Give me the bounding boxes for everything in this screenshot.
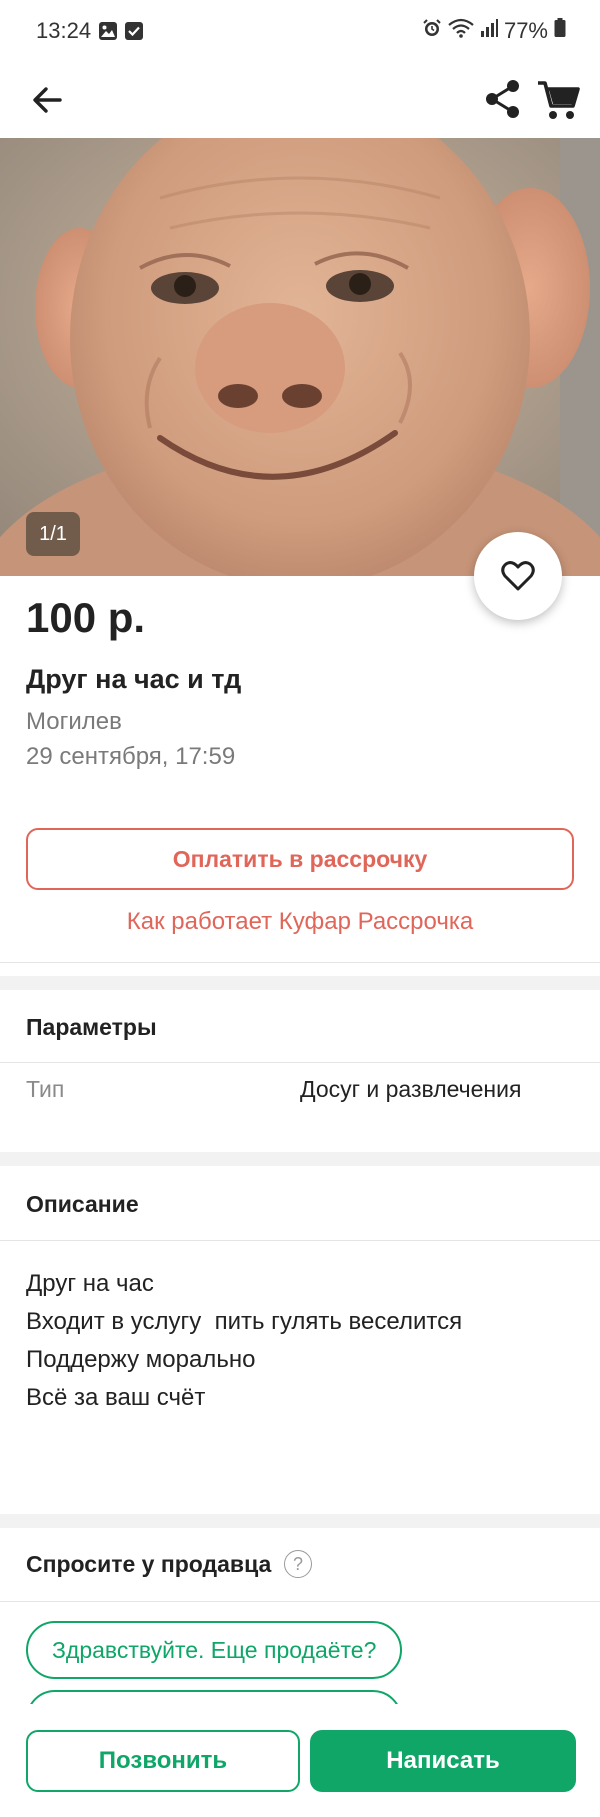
battery-icon — [554, 18, 566, 44]
share-button[interactable] — [478, 74, 528, 124]
photo-counter: 1/1 — [26, 512, 80, 556]
call-button[interactable]: Позвонить — [26, 1730, 300, 1792]
description-line: Входит в услугу пить гулять веселится — [26, 1308, 463, 1335]
bottom-action-bar: Позвонить Написать — [0, 1704, 600, 1817]
listing-city: Могилев — [26, 708, 122, 735]
help-icon[interactable]: ? — [284, 1550, 312, 1578]
listing-page: 13:24 77% 1/1 100 р. Друг на час и тд Мо… — [0, 0, 600, 1817]
heart-icon — [501, 561, 535, 591]
signal-icon — [480, 18, 498, 44]
divider — [0, 1240, 600, 1241]
battery-text: 77% — [503, 18, 548, 43]
installment-button[interactable]: Оплатить в рассрочку — [26, 828, 574, 890]
description-line: Поддержу морально — [26, 1346, 256, 1373]
section-separator — [0, 1152, 600, 1166]
description-line: Друг на час — [26, 1270, 154, 1297]
wifi-icon — [448, 18, 474, 44]
listing-photo[interactable] — [0, 138, 600, 576]
write-message-button[interactable]: Написать — [310, 1730, 576, 1792]
status-bar: 13:24 77% — [0, 0, 600, 64]
divider — [0, 962, 600, 963]
cart-button[interactable] — [532, 74, 584, 126]
listing-date: 29 сентября, 17:59 — [26, 743, 236, 770]
top-bar — [0, 64, 600, 138]
installment-info-link[interactable]: Как работает Куфар Рассрочка — [0, 908, 600, 936]
divider — [0, 1601, 600, 1602]
quick-question-chip[interactable]: Здравствуйте. Еще продаёте? — [26, 1621, 403, 1679]
back-arrow-icon — [33, 87, 62, 113]
status-right: 77% — [422, 18, 566, 44]
param-label-type: Тип — [26, 1076, 65, 1102]
gallery-icon — [98, 21, 118, 46]
section-separator — [0, 976, 600, 990]
listing-title: Друг на час и тд — [26, 664, 242, 694]
description-line: Всё за ваш счёт — [26, 1384, 206, 1411]
share-icon — [486, 80, 519, 118]
back-button[interactable] — [24, 76, 72, 124]
section-separator — [0, 1514, 600, 1528]
divider — [0, 1062, 600, 1063]
description-title: Описание — [26, 1191, 139, 1217]
status-time: 13:24 — [36, 18, 92, 43]
ask-seller-title: Спросите у продавца — [26, 1551, 272, 1577]
alarm-icon — [422, 18, 442, 44]
cart-icon — [538, 81, 580, 119]
favorite-button[interactable] — [474, 532, 562, 620]
param-value-type: Досуг и развлечения — [300, 1076, 522, 1102]
price: 100 р. — [26, 594, 146, 641]
checkbox-icon — [124, 21, 144, 46]
parameters-title: Параметры — [26, 1014, 157, 1040]
